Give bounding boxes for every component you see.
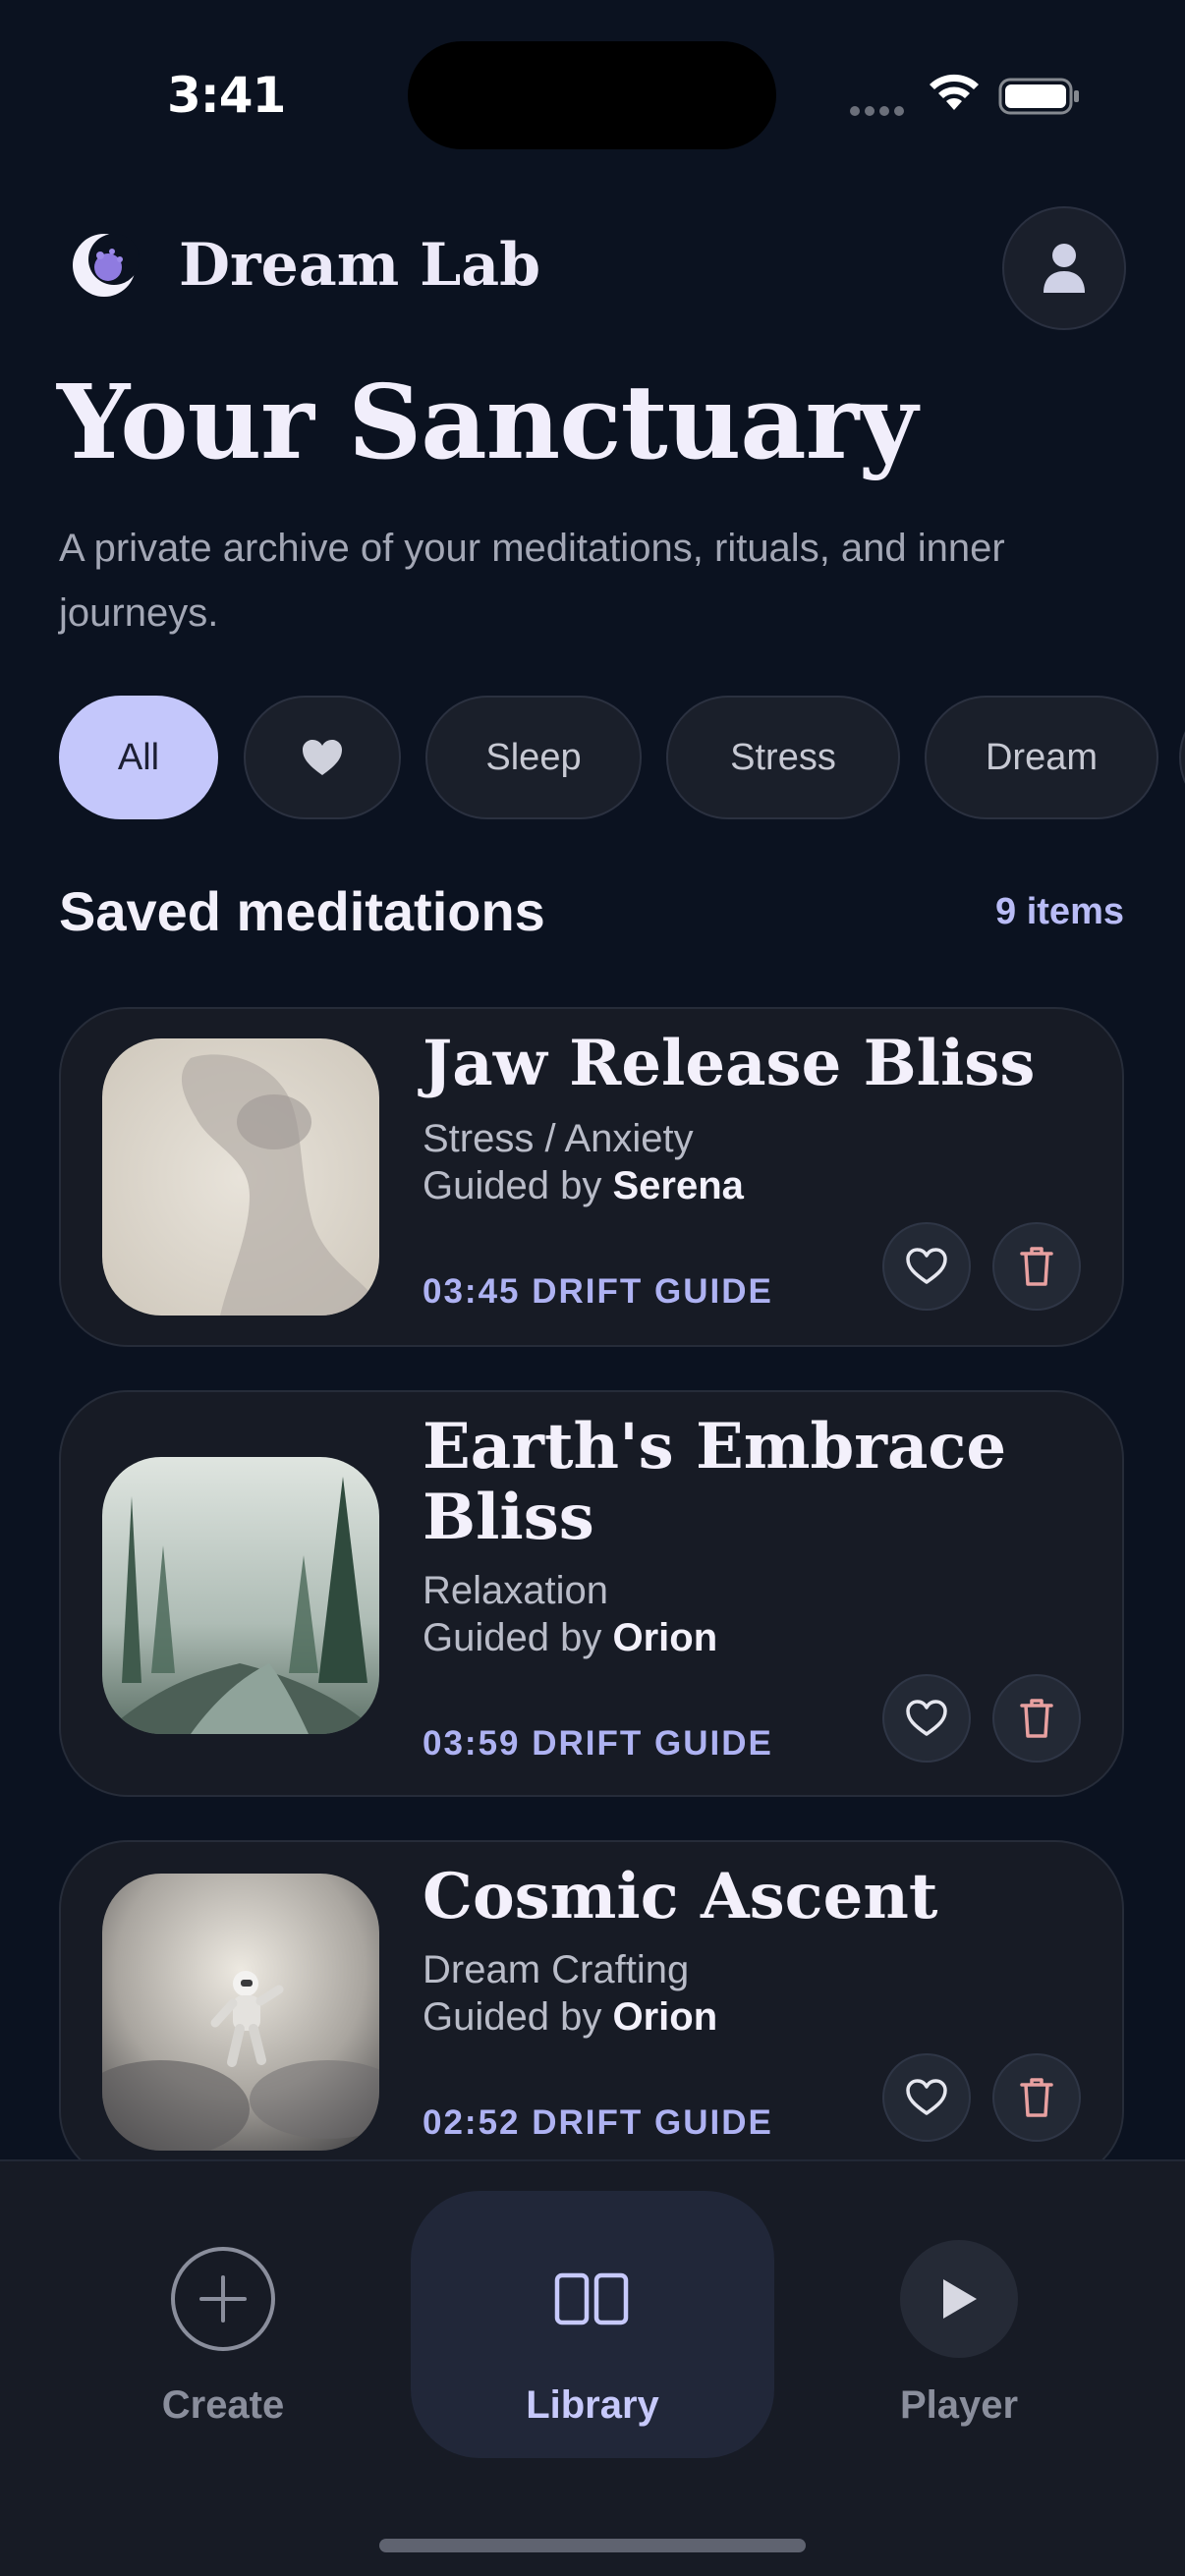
nav-library[interactable]: Library <box>411 2191 774 2458</box>
meditation-card[interactable]: Earth's Embrace Bliss Relaxation Guided … <box>59 1390 1124 1797</box>
nav-create[interactable]: Create <box>41 2191 405 2458</box>
meditation-guide: Guided by Serena <box>423 1164 744 1207</box>
meditation-card[interactable]: Cosmic Ascent Dream Crafting Guided by O… <box>59 1840 1124 2159</box>
delete-button[interactable] <box>992 1674 1081 1763</box>
heart-outline-icon <box>906 1700 947 1736</box>
meditation-category: Dream Crafting <box>423 1948 690 1991</box>
library-book-icon <box>534 2240 651 2358</box>
meditation-duration: 03:45 DRIFT GUIDE <box>423 1272 773 1311</box>
nav-library-label: Library <box>526 2383 659 2427</box>
nav-player[interactable]: Player <box>777 2191 1141 2458</box>
trash-icon <box>1020 1247 1053 1286</box>
guide-name: Orion <box>612 1995 718 2039</box>
heart-outline-icon <box>906 1248 947 1284</box>
delete-button[interactable] <box>992 2053 1081 2142</box>
favorite-button[interactable] <box>882 1674 971 1763</box>
meditation-thumbnail <box>102 1874 379 2151</box>
meditation-title: Cosmic Ascent <box>423 1860 938 1933</box>
favorite-button[interactable] <box>882 2053 971 2142</box>
nav-create-label: Create <box>161 2383 285 2427</box>
meditation-card[interactable]: Jaw Release Bliss Stress / Anxiety Guide… <box>59 1007 1124 1347</box>
delete-button[interactable] <box>992 1222 1081 1311</box>
meditation-list: Jaw Release Bliss Stress / Anxiety Guide… <box>0 0 1185 2159</box>
meditation-category: Stress / Anxiety <box>423 1117 694 1160</box>
play-icon <box>900 2240 1018 2358</box>
guide-name: Orion <box>612 1616 718 1659</box>
meditation-thumbnail <box>102 1457 379 1734</box>
meditation-category: Relaxation <box>423 1569 609 1612</box>
meditation-duration: 02:52 DRIFT GUIDE <box>423 2103 773 2142</box>
plus-circle-icon <box>164 2240 282 2358</box>
bottom-navigation: Create Library Player <box>0 2159 1185 2576</box>
meditation-duration: 03:59 DRIFT GUIDE <box>423 1724 773 1763</box>
trash-icon <box>1020 2078 1053 2117</box>
meditation-guide: Guided by Orion <box>423 1995 718 2039</box>
home-indicator <box>379 2539 806 2552</box>
heart-outline-icon <box>906 2079 947 2115</box>
trash-icon <box>1020 1699 1053 1738</box>
nav-player-label: Player <box>899 2383 1019 2427</box>
meditation-title: Earth's Embrace Bliss <box>423 1410 1007 1554</box>
meditation-guide: Guided by Orion <box>423 1616 718 1659</box>
meditation-thumbnail <box>102 1038 379 1316</box>
meditation-title: Jaw Release Bliss <box>423 1027 1036 1100</box>
favorite-button[interactable] <box>882 1222 971 1311</box>
guide-name: Serena <box>612 1164 744 1207</box>
